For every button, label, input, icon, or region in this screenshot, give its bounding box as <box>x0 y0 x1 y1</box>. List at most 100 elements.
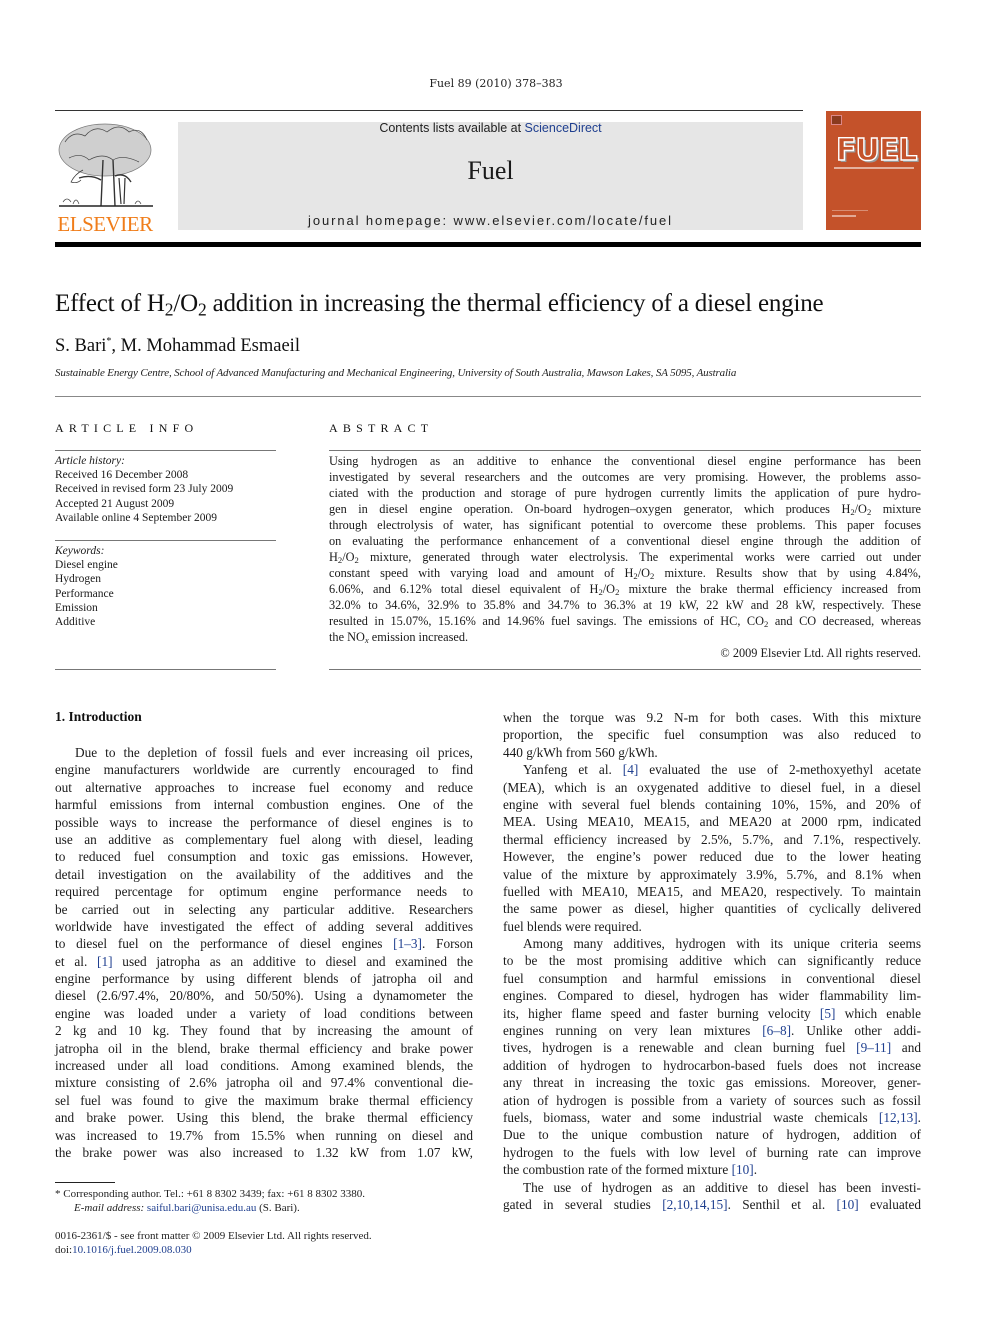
reference-link[interactable]: [1] <box>97 954 113 969</box>
body-text-line: when the torque was 9.2 N-m for both cas… <box>503 710 921 725</box>
front-matter-note: 0016-2361/$ - see front matter © 2009 El… <box>55 1230 372 1242</box>
footnotes: * Corresponding author. Tel.: +61 8 8302… <box>55 1187 372 1257</box>
abstract-line: gen in diesel engine operation. On-board… <box>329 502 921 518</box>
abstract-body: Using hydrogen as an additive to enhance… <box>329 453 921 661</box>
reference-link[interactable]: [4] <box>623 762 639 777</box>
article-title: Effect of H2/O2 addition in increasing t… <box>55 290 824 318</box>
history-item: Available online 4 September 2009 <box>55 511 218 524</box>
abstract-line: through electrolysis of water, has signi… <box>329 518 921 532</box>
body-text-line: mixture consisting of 2.6% jatropha oil … <box>55 1075 473 1091</box>
author-name[interactable]: , M. Mohammad Esmaeil <box>111 336 300 356</box>
keyword: Hydrogen <box>55 573 101 586</box>
body-text-line: to reduced fuel consumption and toxic ga… <box>55 849 473 865</box>
body-text-line: Due to the unique combustion nature of h… <box>503 1127 921 1143</box>
body-text-line: proportion, the specific fuel consumptio… <box>503 727 921 743</box>
cover-footer-line <box>832 210 868 211</box>
body-text-line: fuels, biomass, water and some industria… <box>503 1109 921 1125</box>
cover-footer-line <box>832 215 856 217</box>
email-link[interactable]: saiful.bari@unisa.edu.au <box>147 1202 256 1214</box>
journal-homepage-link[interactable]: journal homepage: www.elsevier.com/locat… <box>178 213 803 228</box>
body-text-line: the combustion rate of the formed mixtur… <box>503 1162 758 1178</box>
email-label: E-mail address: <box>74 1202 145 1214</box>
body-text-line: was increased to 19.7% from 15.5% when r… <box>55 1127 473 1143</box>
reference-link[interactable]: [2,10,14,15] <box>662 1197 727 1212</box>
cover-publisher-logo-icon <box>831 115 842 125</box>
title-text: addition in increasing the thermal effic… <box>206 290 824 317</box>
body-text-line: gated in several studies [2,10,14,15]. S… <box>503 1196 921 1212</box>
contents-prefix: Contents lists available at <box>379 121 525 135</box>
body-text-line: its, higher flame speed and faster burni… <box>503 1005 922 1021</box>
journal-citation: Fuel 89 (2010) 378–383 <box>429 77 563 90</box>
body-text-line: the brake power was also increased to 1.… <box>55 1144 473 1160</box>
email-suffix: (S. Bari). <box>256 1202 300 1214</box>
sciencedirect-link[interactable]: ScienceDirect <box>525 121 602 135</box>
cover-title: FUEL <box>835 132 918 168</box>
body-text-line: fuel consumption and harmful emissions i… <box>503 970 921 986</box>
history-item: Received 16 December 2008 <box>55 469 189 482</box>
footnote-rule <box>55 1182 115 1183</box>
reference-link[interactable]: [5] <box>820 1006 836 1021</box>
section-heading-introduction: 1. Introduction <box>55 709 142 724</box>
abstract-line: on evaluating the performance enhancemen… <box>329 534 921 548</box>
history-item: Accepted 21 August 2009 <box>55 497 175 510</box>
header-rule <box>55 110 803 111</box>
body-text-line: et al. [1] used jatropha as an additive … <box>55 953 473 969</box>
title-text: Effect of H <box>55 290 165 317</box>
body-text-line: fuel blends were required. <box>503 918 642 934</box>
body-text-line: required percentage for optimum engine p… <box>55 884 473 900</box>
keywords-block: Keywords: Diesel engine Hydrogen Perform… <box>55 544 118 629</box>
abstract-heading: ABSTRACT <box>329 421 434 435</box>
doi-link[interactable]: 10.1016/j.fuel.2009.08.030 <box>72 1244 191 1256</box>
reference-link[interactable]: [6–8] <box>762 1023 791 1038</box>
author-name[interactable]: S. Bari <box>55 336 106 356</box>
body-text-line: any threat in increasing the toxic gas e… <box>503 1075 921 1091</box>
body-text-line: and brake power. Using this blend, the b… <box>55 1110 473 1126</box>
reference-link[interactable]: [1–3] <box>393 936 422 951</box>
body-text-line: value of the mixture by approximately 3.… <box>503 866 921 882</box>
reference-link[interactable]: [12,13] <box>879 1110 918 1125</box>
affiliation-rule <box>55 396 921 397</box>
body-text-line: The use of hydrogen as an additive to di… <box>523 1179 921 1195</box>
body-text-line: worldwide have investigated the effect o… <box>55 918 473 934</box>
body-column-left: Due to the depletion of fossil fuels and… <box>55 744 473 1161</box>
journal-cover-thumbnail[interactable]: FUEL <box>826 111 921 230</box>
body-text-line: increased under all load conditions. Amo… <box>55 1058 473 1074</box>
reference-link[interactable]: [10] <box>837 1197 859 1212</box>
body-text-line: Yanfeng et al. [4] evaluated the use of … <box>523 762 922 778</box>
doi-prefix: doi: <box>55 1244 73 1256</box>
body-text-line: harmful emissions from internal combusti… <box>55 797 473 813</box>
abstract-line: resulted in 15.07%, 15.16% and 14.96% fu… <box>329 614 921 630</box>
body-text-line: out alternative approaches to increase f… <box>55 779 473 795</box>
body-text-line: Among many additives, hydrogen with its … <box>523 936 921 952</box>
body-text-line: 440 g/kWh from 560 g/kWh. <box>503 744 658 760</box>
reference-link[interactable]: [10] <box>732 1162 754 1177</box>
reference-link[interactable]: [9–11] <box>856 1040 891 1055</box>
abstract-line: the NOx emission increased. <box>329 630 469 646</box>
copyright-notice: © 2009 Elsevier Ltd. All rights reserved… <box>720 646 921 660</box>
body-text-line: to be the most promising additive which … <box>503 953 921 969</box>
body-text-line: use an additive as complementary fuel al… <box>55 831 473 847</box>
body-text-line: engines. Compared to diesel, hydrogen ha… <box>503 988 921 1004</box>
keywords-rule <box>55 540 276 541</box>
article-info-rule <box>55 450 276 451</box>
history-item: Received in revised form 23 July 2009 <box>55 483 234 496</box>
keyword: Performance <box>55 587 114 600</box>
body-text-line: tives, hydrogen is a renewable and clean… <box>503 1040 921 1056</box>
keyword: Diesel engine <box>55 559 118 572</box>
contents-availability: Contents lists available at ScienceDirec… <box>178 121 803 135</box>
body-text-line: to diesel fuel on the performance of die… <box>55 936 473 952</box>
article-info-bottom-rule <box>55 669 276 670</box>
article-info-heading: ARTICLE INFO <box>55 421 199 435</box>
journal-name: Fuel <box>467 156 514 185</box>
abstract-bottom-rule <box>329 669 921 670</box>
body-text-line: be carried out in selecting any particul… <box>55 901 473 917</box>
body-text-line: detail investigation on the availability… <box>55 866 473 882</box>
abstract-line: ciated with the production and storage o… <box>329 486 921 500</box>
body-text-line: sel fuel was found to give the maximum b… <box>55 1092 473 1108</box>
body-text-line: engine with several fuel blends containi… <box>503 796 921 812</box>
body-text-line: hydrogen to the fuels with low level of … <box>503 1144 921 1160</box>
title-text: /O <box>173 290 198 317</box>
author-list: S. Bari*, M. Mohammad Esmaeil <box>55 336 300 357</box>
tree-illustration-icon <box>58 123 153 207</box>
body-text-line: diesel (2.6/97.4%, 20/80%, and 50/50%). … <box>55 988 473 1004</box>
